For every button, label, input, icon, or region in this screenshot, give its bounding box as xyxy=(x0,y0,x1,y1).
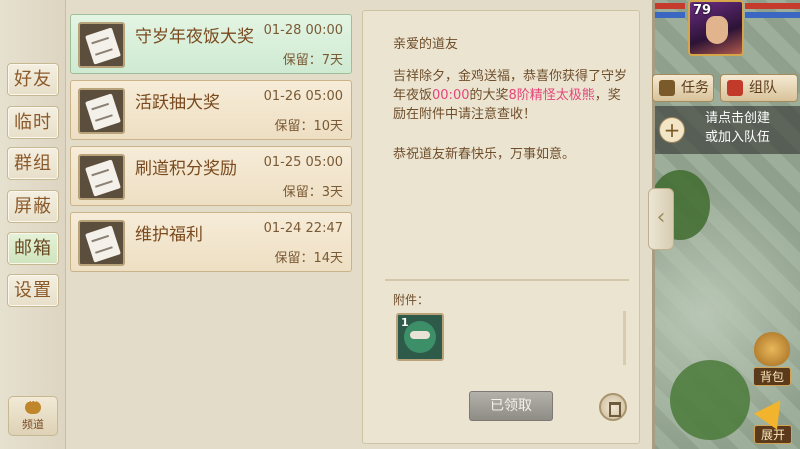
tree-decoration xyxy=(670,360,750,440)
channel-label: 频道 xyxy=(22,418,44,431)
tab-friends[interactable]: 好友 xyxy=(7,63,59,96)
mp-bar xyxy=(745,12,800,18)
social-panel: 好友 临时 群组 屏蔽 邮箱 设置 频道 守岁年夜饭大奖 01-28 00:00… xyxy=(0,0,655,449)
tab-mailbox[interactable]: 邮箱 xyxy=(7,232,59,265)
side-tab-bar: 好友 临时 群组 屏蔽 邮箱 设置 频道 xyxy=(0,0,66,449)
mail-body-time: 00:00 xyxy=(432,88,470,103)
mail-item[interactable]: 守岁年夜饭大奖 01-28 00:00 保留：7天 xyxy=(70,14,352,74)
expand-button[interactable]: 展开 xyxy=(748,392,798,446)
bag-label: 背包 xyxy=(752,367,791,386)
delete-trash-icon[interactable] xyxy=(599,393,627,421)
hp-bar xyxy=(745,3,800,9)
mail-retention: 保留：10天 xyxy=(274,119,343,134)
bag-button[interactable]: 背包 xyxy=(748,332,796,386)
mail-title: 刷道积分奖励 xyxy=(135,159,237,179)
mail-title: 活跃抽大奖 xyxy=(135,93,220,113)
mail-retention: 保留：7天 xyxy=(282,53,343,68)
mail-body-item: 8阶精怪太极熊 xyxy=(508,88,595,103)
mail-title: 维护福利 xyxy=(135,225,203,245)
mail-item[interactable]: 活跃抽大奖 01-26 05:00 保留：10天 xyxy=(70,80,352,140)
team-hint-line: 请点击创建 xyxy=(705,111,771,126)
mail-body: 吉祥除夕，金鸡送福，恭喜你获得了守岁年夜饭00:00的大奖8阶精怪太极熊，奖励在… xyxy=(393,67,633,124)
tab-settings[interactable]: 设置 xyxy=(7,274,59,307)
channel-button[interactable]: 频道 xyxy=(8,396,58,436)
task-icon xyxy=(659,80,675,96)
task-label: 任务 xyxy=(681,80,709,96)
chat-bubble-icon xyxy=(25,397,41,414)
tab-blocked[interactable]: 屏蔽 xyxy=(7,190,59,223)
player-level: 79 xyxy=(693,3,712,18)
attachment-label: 附件： xyxy=(393,293,430,307)
mail-letter-icon xyxy=(78,220,125,266)
mask-item-icon xyxy=(404,321,436,353)
divider xyxy=(385,279,629,281)
team-flag-icon xyxy=(727,80,743,96)
mail-letter-icon xyxy=(78,22,125,68)
mail-letter-icon xyxy=(78,88,125,134)
team-hint-line: 或加入队伍 xyxy=(705,130,771,145)
tab-temporary[interactable]: 临时 xyxy=(7,106,59,139)
avatar-face xyxy=(706,16,728,44)
mail-retention: 保留：3天 xyxy=(282,185,343,200)
mail-item[interactable]: 维护福利 01-24 22:47 保留：14天 xyxy=(70,212,352,272)
mail-date: 01-28 00:00 xyxy=(263,23,343,38)
claimed-button[interactable]: 已领取 xyxy=(469,391,553,421)
mail-title: 守岁年夜饭大奖 xyxy=(135,27,254,47)
mail-date: 01-24 22:47 xyxy=(263,221,343,236)
attachment-scrollbar[interactable] xyxy=(623,311,626,365)
team-hint-text: 请点击创建 或加入队伍 xyxy=(705,109,770,147)
mail-item[interactable]: 刷道积分奖励 01-25 05:00 保留：3天 xyxy=(70,146,352,206)
mp-bar xyxy=(655,12,685,18)
bag-icon xyxy=(754,332,790,366)
team-label: 组队 xyxy=(749,80,777,96)
attachment-item[interactable]: 1 xyxy=(396,313,444,361)
task-button[interactable]: 任务 xyxy=(652,74,714,102)
mail-closing: 恭祝道友新春快乐，万事如意。 xyxy=(393,147,576,162)
hp-bar xyxy=(655,3,685,9)
chevron-left-icon: ‹ xyxy=(656,205,666,230)
team-hint-panel[interactable]: + 请点击创建 或加入队伍 xyxy=(655,106,800,154)
mail-date: 01-25 05:00 xyxy=(263,155,343,170)
attachment-count: 1 xyxy=(401,316,409,329)
player-avatar[interactable]: 79 xyxy=(688,0,744,56)
tab-groups[interactable]: 群组 xyxy=(7,147,59,180)
collapse-handle[interactable]: ‹ xyxy=(648,188,674,250)
expand-label: 展开 xyxy=(753,425,792,444)
plus-icon[interactable]: + xyxy=(659,117,685,143)
mail-date: 01-26 05:00 xyxy=(263,89,343,104)
mail-greeting: 亲爱的道友 xyxy=(393,37,459,52)
mail-body-text: 的大奖 xyxy=(469,88,509,103)
mail-retention: 保留：14天 xyxy=(274,251,343,266)
mail-letter-icon xyxy=(78,154,125,200)
mail-content-pane: 亲爱的道友 吉祥除夕，金鸡送福，恭喜你获得了守岁年夜饭00:00的大奖8阶精怪太… xyxy=(362,10,640,444)
team-button[interactable]: 组队 xyxy=(720,74,798,102)
